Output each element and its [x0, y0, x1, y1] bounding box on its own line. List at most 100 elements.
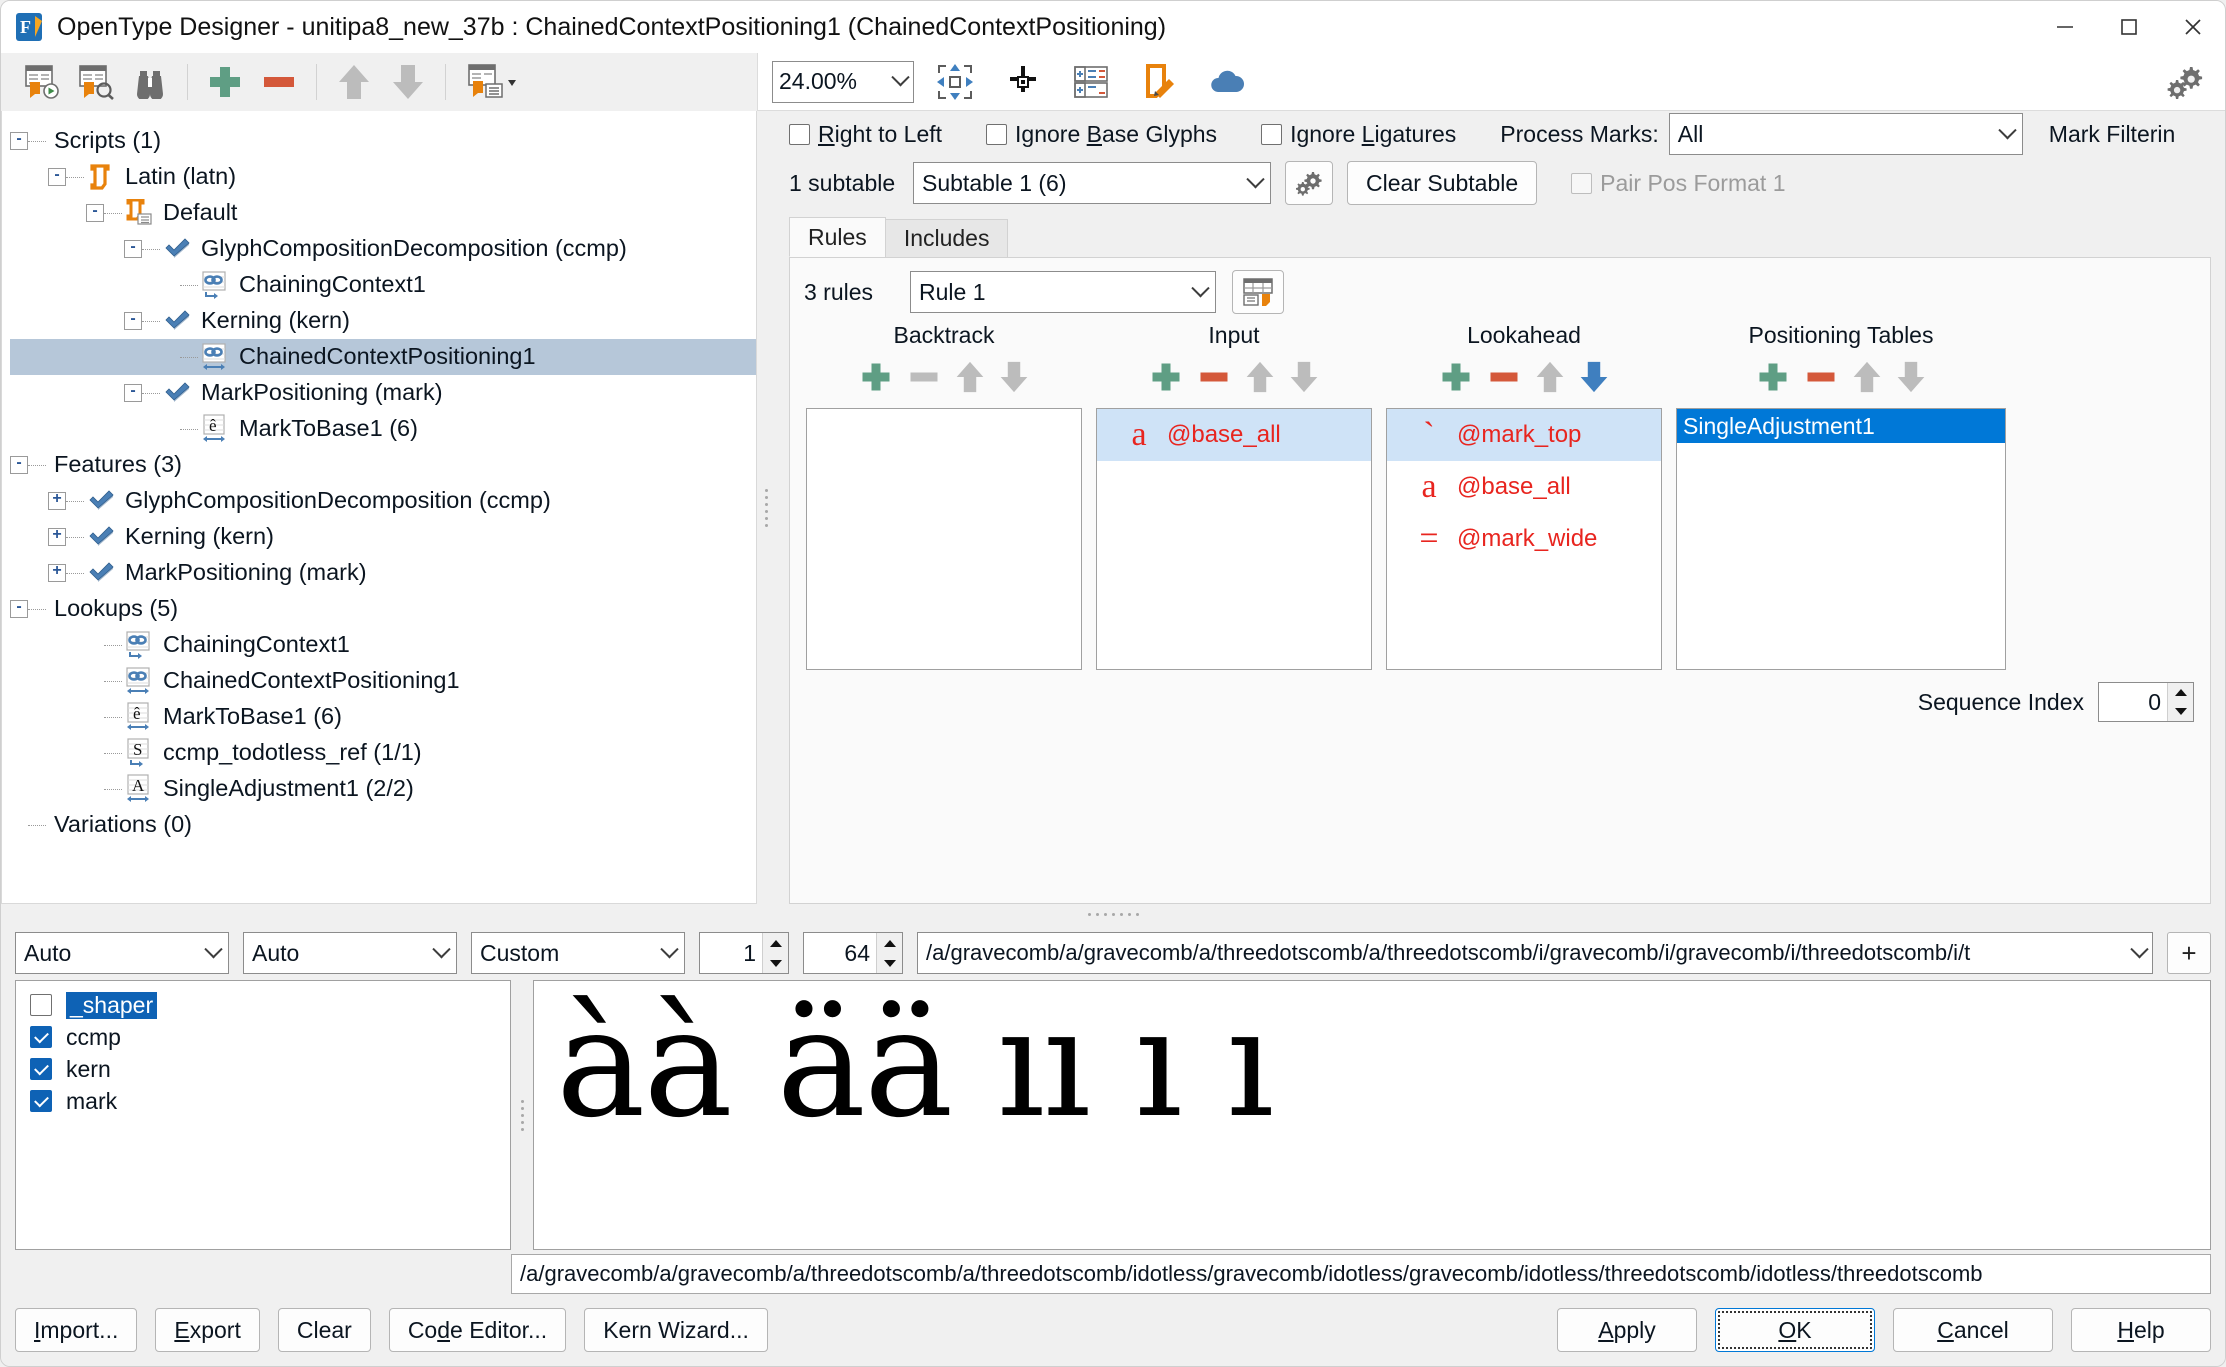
tree-toggle-collapse-icon[interactable]: -	[10, 599, 28, 618]
tree-item[interactable]: - Lookups (5)	[10, 591, 756, 627]
tree-toggle-collapse-icon[interactable]: -	[124, 383, 142, 402]
table-grid-icon[interactable]	[1064, 58, 1118, 106]
direction-select[interactable]: Custom	[471, 932, 685, 974]
apply-button[interactable]: Apply	[1557, 1308, 1697, 1352]
tab-includes[interactable]: Includes	[884, 219, 1009, 257]
add-icon[interactable]	[198, 58, 252, 106]
sequence-index-down-icon[interactable]	[2168, 702, 2193, 721]
feature-checkbox[interactable]	[30, 994, 52, 1016]
tree-toggle-expand-icon[interactable]: +	[48, 563, 66, 582]
list-item[interactable]: ` @mark_top	[1387, 409, 1661, 461]
move-up-icon[interactable]	[327, 58, 381, 106]
vertical-splitter[interactable]	[757, 111, 775, 904]
tree-item[interactable]: ChainedContextPositioning1	[10, 339, 756, 375]
size-spin[interactable]: 64	[803, 932, 903, 974]
lookup-tree[interactable]: - Scripts (1) - Latin (latn) - Default - GlyphC…	[2, 111, 756, 843]
rule-table-button[interactable]	[1232, 270, 1284, 314]
binoculars-find-icon[interactable]	[123, 58, 177, 106]
tree-toggle-collapse-icon[interactable]: -	[124, 239, 142, 258]
tree-toggle-collapse-icon[interactable]: -	[10, 131, 28, 150]
glyph-class-list[interactable]: a @base_all	[1096, 408, 1372, 670]
maximize-icon[interactable]	[2097, 1, 2161, 53]
glyph-preview-canvas[interactable]: àà ää ıı ı ı	[533, 980, 2211, 1250]
feature-item[interactable]: _shaper	[30, 989, 510, 1021]
line-spin[interactable]: 1	[699, 932, 789, 974]
tree-item[interactable]: ê MarkToBase1 (6)	[10, 411, 756, 447]
subtable-settings-button[interactable]	[1285, 161, 1333, 205]
tree-item[interactable]: + GlyphCompositionDecomposition (ccmp)	[10, 483, 756, 519]
glyph-string-input[interactable]: /a/gravecomb/a/gravecomb/a/threedotscomb…	[917, 932, 2153, 974]
tree-item[interactable]: ChainedContextPositioning1	[10, 663, 756, 699]
run-lookup-icon[interactable]	[15, 58, 69, 106]
tree-item[interactable]: A SingleAdjustment1 (2/2)	[10, 771, 756, 807]
clear-button[interactable]: Clear	[277, 1308, 371, 1352]
list-item[interactable]: a @base_all	[1097, 409, 1371, 461]
tree-toggle-expand-icon[interactable]: +	[48, 491, 66, 510]
horizontal-splitter[interactable]	[1, 904, 2225, 924]
tree-toggle-collapse-icon[interactable]: -	[86, 203, 104, 222]
move-down-icon[interactable]	[1578, 359, 1610, 401]
feature-checklist[interactable]: _shaper ccmp kern mark	[15, 980, 511, 1250]
tree-item[interactable]: Sccmp_todotless_ref (1/1)	[10, 735, 756, 771]
preview-splitter[interactable]	[511, 980, 533, 1250]
rule-select[interactable]: Rule 1	[910, 271, 1216, 313]
language-select[interactable]: Auto	[243, 932, 457, 974]
tree-item[interactable]: - GlyphCompositionDecomposition (ccmp)	[10, 231, 756, 267]
feature-checkbox[interactable]	[30, 1058, 52, 1080]
tree-toggle-collapse-icon[interactable]: -	[48, 167, 66, 186]
tab-rules[interactable]: Rules	[789, 217, 886, 257]
right-to-left-option[interactable]: Right to Left	[789, 121, 942, 148]
remove-icon[interactable]	[1196, 359, 1232, 401]
glyph-class-list[interactable]: ` @mark_top a @base_all = @mark_wide	[1386, 408, 1662, 670]
process-marks-select[interactable]: All	[1668, 113, 2023, 155]
remove-icon[interactable]	[1803, 359, 1839, 401]
settings-gears-icon[interactable]	[2157, 58, 2211, 106]
feature-checkbox[interactable]	[30, 1026, 52, 1048]
tree-item[interactable]: + MarkPositioning (mark)	[10, 555, 756, 591]
import-button[interactable]: Import...	[15, 1308, 138, 1352]
lookup-properties-icon[interactable]	[456, 58, 530, 106]
line-spin-up-icon[interactable]	[763, 933, 788, 953]
tree-toggle-collapse-icon[interactable]: -	[124, 311, 142, 330]
add-icon[interactable]	[1755, 359, 1791, 401]
tree-item[interactable]: - Kerning (kern)	[10, 303, 756, 339]
ignore-base-glyphs-option[interactable]: Ignore Base Glyphs	[986, 121, 1217, 148]
ignore-base-glyphs-checkbox[interactable]	[986, 123, 1008, 145]
inspect-lookup-icon[interactable]	[69, 58, 123, 106]
tree-toggle-collapse-icon[interactable]: -	[10, 455, 28, 474]
tree-item[interactable]: - Latin (latn)	[10, 159, 756, 195]
remove-icon[interactable]	[252, 58, 306, 106]
remove-icon[interactable]	[1486, 359, 1522, 401]
script-select[interactable]: Auto	[15, 932, 229, 974]
help-button[interactable]: Help	[2071, 1308, 2211, 1352]
subtable-select[interactable]: Subtable 1 (6)	[913, 162, 1271, 204]
ignore-ligatures-checkbox[interactable]	[1261, 123, 1283, 145]
right-to-left-checkbox[interactable]	[789, 123, 810, 145]
cancel-button[interactable]: Cancel	[1893, 1308, 2053, 1352]
fit-to-window-icon[interactable]	[928, 58, 982, 106]
feature-item[interactable]: mark	[30, 1085, 510, 1117]
tree-item[interactable]: - Default	[10, 195, 756, 231]
add-string-button[interactable]: +	[2167, 932, 2211, 974]
tree-item[interactable]: ê MarkToBase1 (6)	[10, 699, 756, 735]
tree-item[interactable]: - MarkPositioning (mark)	[10, 375, 756, 411]
tree-item[interactable]: ChainingContext1	[10, 627, 756, 663]
line-spin-down-icon[interactable]	[763, 953, 788, 973]
feature-checkbox[interactable]	[30, 1090, 52, 1112]
export-button[interactable]: Export	[155, 1308, 260, 1352]
tree-toggle-expand-icon[interactable]: +	[48, 527, 66, 546]
ignore-ligatures-option[interactable]: Ignore Ligatures	[1261, 121, 1456, 148]
positioning-tables-list[interactable]: SingleAdjustment1	[1676, 408, 2006, 670]
add-icon[interactable]	[858, 359, 894, 401]
tree-item[interactable]: + Kerning (kern)	[10, 519, 756, 555]
move-down-icon[interactable]	[381, 58, 435, 106]
tree-item[interactable]: - Scripts (1)	[10, 123, 756, 159]
edit-glyph-icon[interactable]	[1132, 58, 1186, 106]
feature-item[interactable]: kern	[30, 1053, 510, 1085]
minimize-icon[interactable]	[2033, 1, 2097, 53]
size-spin-down-icon[interactable]	[877, 953, 902, 973]
glyph-class-list[interactable]	[806, 408, 1082, 670]
tree-item[interactable]: ChainingContext1	[10, 267, 756, 303]
tree-item[interactable]: - Features (3)	[10, 447, 756, 483]
zoom-select[interactable]: 24.00%	[772, 60, 914, 103]
